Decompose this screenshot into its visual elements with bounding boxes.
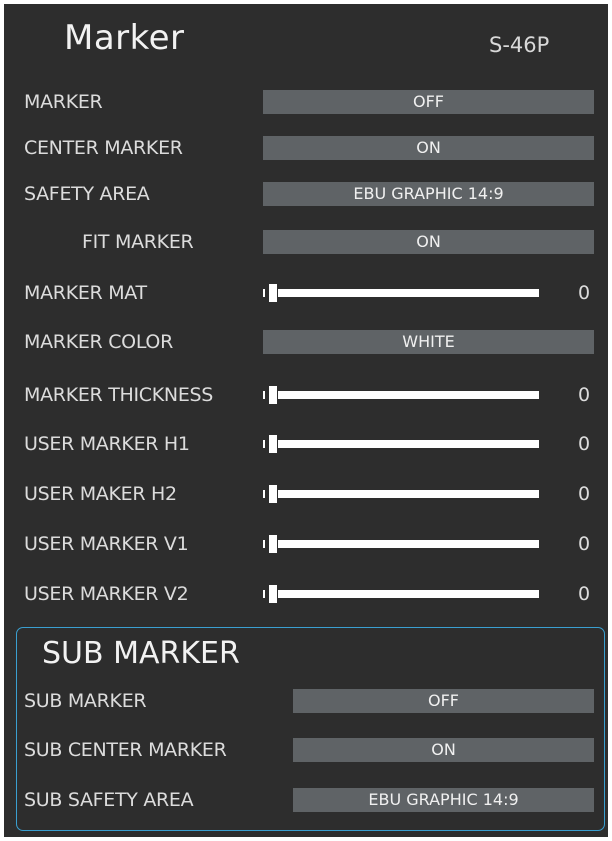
setting-row-user-marker-v1: USER MARKER V1 0 (4, 526, 608, 562)
marker-color-value-selector[interactable]: WHITE (263, 330, 594, 354)
setting-label: MARKER (24, 91, 103, 113)
marker-thickness-slider[interactable] (263, 377, 539, 413)
setting-label: FIT MARKER (82, 231, 194, 253)
setting-row-marker: MARKER OFF (4, 84, 608, 120)
setting-label: MARKER MAT (24, 282, 147, 304)
center-marker-value-selector[interactable]: ON (263, 136, 594, 160)
setting-row-safety-area: SAFETY AREA EBU GRAPHIC 14:9 (4, 176, 608, 212)
setting-label: USER MARKER H1 (24, 433, 190, 455)
setting-label: MARKER THICKNESS (24, 384, 214, 406)
user-marker-v1-slider[interactable] (263, 526, 539, 562)
user-marker-v2-slider[interactable] (263, 576, 539, 612)
safety-area-value-selector[interactable]: EBU GRAPHIC 14:9 (263, 182, 594, 206)
setting-label: USER MARKER V2 (24, 583, 189, 605)
slider-value: 0 (578, 433, 591, 455)
marker-mat-slider[interactable] (263, 275, 539, 311)
user-marker-h1-slider[interactable] (263, 426, 539, 462)
slider-track (269, 391, 539, 399)
setting-row-marker-mat: MARKER MAT 0 (4, 275, 608, 311)
page-title: Marker (64, 18, 185, 58)
setting-row-user-marker-v2: USER MARKER V2 0 (4, 576, 608, 612)
slider-value: 0 (578, 282, 591, 304)
setting-label: SAFETY AREA (24, 183, 150, 205)
sub-safety-area-value-selector[interactable]: EBU GRAPHIC 14:9 (293, 788, 594, 812)
fit-marker-value-selector[interactable]: ON (263, 230, 594, 254)
sub-marker-value-selector[interactable]: OFF (293, 689, 594, 713)
slider-value: 0 (578, 483, 591, 505)
slider-thumb[interactable] (268, 283, 278, 303)
user-maker-h2-slider[interactable] (263, 476, 539, 512)
slider-thumb[interactable] (268, 534, 278, 554)
slider-track (269, 490, 539, 498)
slider-thumb[interactable] (268, 584, 278, 604)
setting-row-sub-safety-area: SUB SAFETY AREA EBU GRAPHIC 14:9 (4, 782, 608, 818)
slider-start-tick (263, 391, 265, 399)
setting-row-marker-thickness: MARKER THICKNESS 0 (4, 377, 608, 413)
setting-row-user-marker-h1: USER MARKER H1 0 (4, 426, 608, 462)
slider-track (269, 440, 539, 448)
model-label: S-46P (489, 33, 550, 57)
slider-start-tick (263, 289, 265, 297)
setting-label: CENTER MARKER (24, 137, 183, 159)
marker-value-selector[interactable]: OFF (263, 90, 594, 114)
sub-center-marker-value-selector[interactable]: ON (293, 738, 594, 762)
setting-row-center-marker: CENTER MARKER ON (4, 130, 608, 166)
marker-settings-panel: Marker S-46P MARKER OFF CENTER MARKER ON… (4, 4, 608, 837)
setting-row-sub-center-marker: SUB CENTER MARKER ON (4, 732, 608, 768)
setting-row-marker-color: MARKER COLOR WHITE (4, 324, 608, 360)
slider-value: 0 (578, 533, 591, 555)
slider-thumb[interactable] (268, 434, 278, 454)
slider-track (269, 289, 539, 297)
slider-start-tick (263, 490, 265, 498)
slider-start-tick (263, 440, 265, 448)
slider-thumb[interactable] (268, 385, 278, 405)
setting-label: USER MARKER V1 (24, 533, 189, 555)
slider-value: 0 (578, 583, 591, 605)
setting-label: MARKER COLOR (24, 331, 173, 353)
slider-track (269, 540, 539, 548)
slider-start-tick (263, 540, 265, 548)
setting-label: USER MAKER H2 (24, 483, 177, 505)
setting-row-user-maker-h2: USER MAKER H2 0 (4, 476, 608, 512)
setting-row-sub-marker: SUB MARKER OFF (4, 683, 608, 719)
slider-start-tick (263, 590, 265, 598)
sub-marker-title: SUB MARKER (30, 630, 252, 678)
slider-thumb[interactable] (268, 484, 278, 504)
setting-label: SUB MARKER (24, 690, 147, 712)
slider-value: 0 (578, 384, 591, 406)
slider-track (269, 590, 539, 598)
setting-label: SUB CENTER MARKER (24, 739, 227, 761)
setting-row-fit-marker: FIT MARKER ON (4, 224, 608, 260)
setting-label: SUB SAFETY AREA (24, 789, 194, 811)
